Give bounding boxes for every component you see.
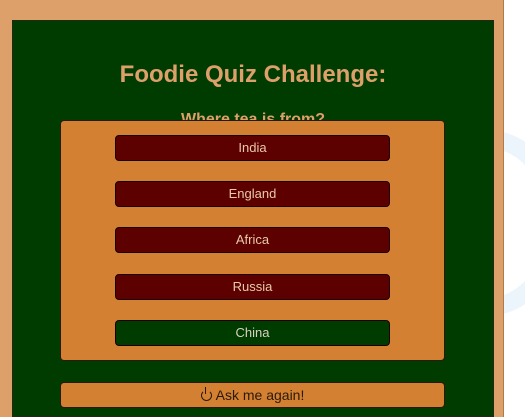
ask-again-label: Ask me again!	[215, 387, 305, 403]
option-button-china[interactable]: China	[115, 320, 390, 346]
option-button-russia[interactable]: Russia	[115, 274, 390, 300]
page: Foodie Quiz Challenge: Where tea is from…	[0, 0, 525, 417]
option-button-england[interactable]: England	[115, 181, 390, 207]
option-button-india[interactable]: India	[115, 135, 390, 161]
options-box: India England Africa Russia China	[60, 120, 445, 361]
power-icon	[200, 387, 212, 401]
quiz-frame: Foodie Quiz Challenge: Where tea is from…	[0, 0, 504, 417]
quiz-title: Foodie Quiz Challenge:	[119, 61, 387, 88]
option-button-africa[interactable]: Africa	[115, 227, 390, 253]
ask-again-button[interactable]: Ask me again!	[60, 382, 445, 408]
